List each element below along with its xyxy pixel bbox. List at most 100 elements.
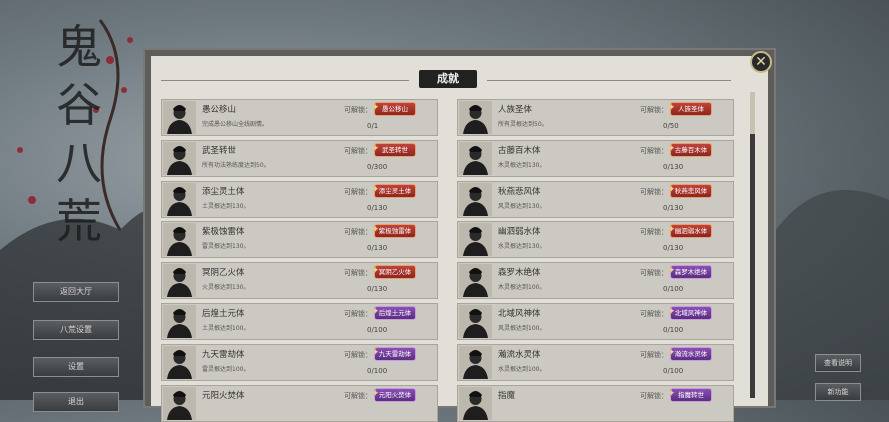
- achievement-progress: 0/130: [367, 203, 388, 212]
- reward-icon: ✦: [667, 388, 676, 399]
- achievement-card[interactable]: 北域风神体 风灵根达到100。 可解锁： ✦ 北域风神体 0/100: [457, 303, 734, 340]
- unlock-label: 可解锁：: [344, 106, 372, 114]
- reward-icon: ✦: [667, 347, 676, 358]
- side-info-button[interactable]: 查看说明: [815, 354, 861, 372]
- achievement-description: 土灵根达到130。: [202, 202, 250, 210]
- achievement-progress: 0/100: [663, 285, 684, 294]
- achievement-card[interactable]: 人族圣体 所有灵根达到50。 可解锁： ✦ 人族圣体 0/50: [457, 99, 734, 136]
- achievement-card[interactable]: 瀚流水灵体 水灵根达到100。 可解锁： ✦ 瀚流水灵体 0/100: [457, 343, 734, 381]
- achievement-avatar: [163, 141, 196, 175]
- achievement-card[interactable]: 森罗木绝体木灵根达到100。 可解锁： ✦ 森罗木绝体 0/100: [457, 262, 734, 300]
- reward-label: 九天雷劫体: [378, 349, 412, 358]
- menu-exit-button[interactable]: 退出: [33, 392, 119, 412]
- achievement-description: 火灵根达到130。: [202, 284, 250, 292]
- unlock-label: 可解锁：: [344, 350, 372, 359]
- reward-label: 古藤百木体: [674, 145, 708, 154]
- achievement-card[interactable]: 古藤百木体 木灵根达到130。 可解锁： ✦ 古藤百木体 0/130: [457, 139, 734, 177]
- reward-label: 森罗木绝体: [674, 268, 708, 277]
- reward-badge[interactable]: ✦ 添尘灵土体: [371, 183, 416, 198]
- achievement-avatar: [459, 182, 492, 216]
- reward-icon: ✦: [371, 307, 380, 317]
- reward-badge[interactable]: ✦ 人族圣体: [668, 102, 712, 116]
- unlock-label: 可解锁：: [640, 106, 668, 114]
- unlock-label: 可解锁：: [640, 187, 668, 196]
- achievement-card[interactable]: 幽泗弱水体 水灵根达到130。 可解锁： ✦ 幽泗弱水体 0/130: [457, 221, 734, 259]
- reward-badge[interactable]: ✦ 古藤百木体: [667, 142, 712, 157]
- reward-icon: ✦: [667, 225, 676, 236]
- achievement-card[interactable]: 添尘灵土体 土灵根达到130。 可解锁： ✦ 添尘灵土体 0/130: [161, 180, 438, 218]
- achievement-card[interactable]: 武圣转世 所有功法熟练度达到50。 可解锁： ✦ 武圣转世 0/300: [161, 139, 438, 177]
- reward-badge[interactable]: ✦ 愚公移山: [371, 102, 416, 116]
- side-new-feature-button[interactable]: 新功能: [815, 383, 861, 401]
- achievement-name: 瀚流水灵体: [498, 349, 541, 360]
- menu-settings-eight-button[interactable]: 八荒设置: [33, 320, 119, 340]
- reward-label: 北域风神体: [674, 309, 708, 317]
- reward-icon: ✦: [667, 307, 676, 317]
- achievement-progress: 0/100: [663, 326, 684, 334]
- achievement-avatar: [163, 223, 196, 257]
- achievement-avatar: [459, 141, 492, 175]
- title-divider-left: [161, 80, 409, 81]
- achievement-card[interactable]: 指魔 可解锁： ✦ 指魔转世: [457, 384, 734, 422]
- achievement-card[interactable]: 冥阴乙火体火灵根达到130。 可解锁： ✦ 冥阴乙火体 0/130: [161, 262, 438, 300]
- reward-badge[interactable]: ✦ 九天雷劫体: [372, 346, 416, 361]
- reward-label: 人族圣体: [678, 105, 704, 113]
- reward-badge[interactable]: ✦ 元阳火焚体: [372, 387, 416, 402]
- scrollbar-thumb[interactable]: [750, 92, 755, 134]
- achievement-name: 紫极蚀雷体: [202, 227, 245, 238]
- reward-badge[interactable]: ✦ 紫极蚀雷体: [372, 224, 416, 239]
- achievement-name: 九天雷劫体: [202, 349, 245, 360]
- achievement-description: 土灵根达到100。: [202, 325, 250, 332]
- game-logo: 鬼谷八荒: [56, 20, 104, 248]
- unlock-label: 可解锁：: [640, 146, 668, 155]
- reward-label: 指魔转世: [678, 390, 704, 399]
- achievement-progress: 0/130: [367, 244, 388, 253]
- reward-badge[interactable]: ✦ 冥阴乙火体: [371, 265, 416, 280]
- achievement-progress: 0/1: [367, 122, 379, 130]
- reward-label: 秋燕悲风体: [674, 186, 708, 195]
- reward-icon: ✦: [371, 143, 380, 154]
- achievement-description: 木灵根达到100。: [498, 284, 546, 292]
- achievement-avatar: [459, 264, 492, 298]
- achievement-description: 所有功法熟练度达到50。: [202, 161, 270, 169]
- achievement-card[interactable]: 愚公移山 完成愚公移山全线剧情。 可解锁： ✦ 愚公移山 0/1: [161, 99, 438, 136]
- reward-icon: ✦: [371, 184, 380, 195]
- reward-icon: ✦: [371, 266, 380, 277]
- close-icon[interactable]: ✕: [750, 51, 772, 73]
- reward-badge[interactable]: ✦ 北域风神体: [667, 306, 712, 320]
- reward-icon: ✦: [371, 103, 380, 113]
- reward-badge[interactable]: ✦ 幽泗弱水体: [667, 224, 712, 239]
- reward-badge[interactable]: ✦ 后煌土元体: [371, 306, 416, 320]
- achievement-card[interactable]: 紫极蚀雷体 雷灵根达到130。 可解锁： ✦ 紫极蚀雷体 0/130: [161, 221, 438, 259]
- reward-icon: ✦: [667, 143, 676, 154]
- reward-badge[interactable]: ✦ 指魔转世: [667, 387, 712, 402]
- reward-label: 紫极蚀雷体: [378, 227, 412, 236]
- menu-return-lobby-button[interactable]: 返回大厅: [33, 282, 119, 302]
- reward-badge[interactable]: ✦ 秋燕悲风体: [668, 183, 712, 198]
- reward-badge[interactable]: ✦ 瀚流水灵体: [667, 346, 712, 361]
- reward-label: 元阳火焚体: [378, 390, 412, 399]
- unlock-label: 可解锁：: [640, 269, 668, 278]
- scrollbar-track[interactable]: [750, 92, 755, 398]
- unlock-label: 可解锁：: [640, 228, 668, 237]
- achievement-avatar: [459, 345, 492, 379]
- achievement-card[interactable]: 元阳火焚体 可解锁： ✦ 元阳火焚体: [161, 384, 438, 422]
- achievement-progress: 0/130: [663, 244, 684, 253]
- unlock-label: 可解锁：: [344, 310, 372, 318]
- achievement-name: 冥阴乙火体: [202, 268, 245, 279]
- achievement-avatar: [459, 101, 492, 134]
- reward-icon: ✦: [667, 266, 676, 277]
- achievement-progress: 0/130: [367, 285, 388, 294]
- achievement-card[interactable]: 秋燕悲风体 风灵根达到130。 可解锁： ✦ 秋燕悲风体 0/130: [457, 180, 734, 218]
- achievement-description: 完成愚公移山全线剧情。: [202, 121, 269, 128]
- reward-badge[interactable]: ✦ 森罗木绝体: [667, 265, 712, 280]
- achievement-avatar: [163, 182, 196, 216]
- menu-settings-button[interactable]: 设置: [33, 357, 119, 377]
- unlock-label: 可解锁：: [344, 269, 372, 278]
- panel-title: 成就: [419, 70, 477, 88]
- achievement-name: 指魔: [498, 390, 516, 401]
- achievement-card[interactable]: 九天雷劫体 雷灵根达到100。 可解锁： ✦ 九天雷劫体 0/100: [161, 343, 438, 381]
- achievement-description: 风灵根达到100。: [498, 325, 546, 332]
- reward-badge[interactable]: ✦ 武圣转世: [371, 142, 416, 157]
- achievement-card[interactable]: 后煌土元体 土灵根达到100。 可解锁： ✦ 后煌土元体 0/100: [161, 303, 438, 340]
